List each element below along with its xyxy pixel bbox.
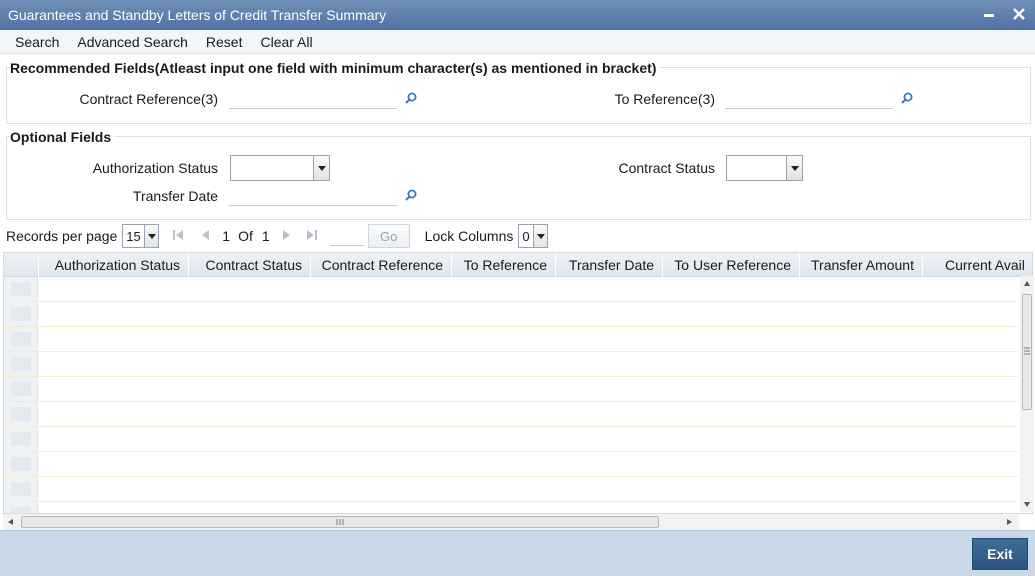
authorization-status-select[interactable] [230,155,330,181]
row-select-box[interactable] [11,307,31,321]
exit-button[interactable]: Exit [972,538,1028,570]
row-select-box[interactable] [11,282,31,296]
table-row[interactable] [4,352,1018,377]
grid-header: Authorization Status Contract Status Con… [4,253,1032,277]
row-select-box[interactable] [11,357,31,371]
column-header[interactable]: Transfer Date [556,253,663,277]
contract-status-select[interactable] [726,155,803,181]
row-select-box[interactable] [11,432,31,446]
column-header[interactable]: Transfer Amount [800,253,923,277]
chevron-down-icon[interactable] [313,156,329,180]
next-page-icon[interactable] [282,229,292,244]
row-select-cell[interactable] [4,302,38,326]
scroll-left-icon [8,519,13,525]
to-reference-label: To Reference(3) [614,91,715,107]
menu-advanced-search[interactable]: Advanced Search [68,34,197,50]
first-page-icon[interactable] [172,229,184,244]
optional-fields-section [6,136,1031,220]
recommended-fields-legend: Recommended Fields(Atleast input one fie… [10,60,661,76]
of-label: Of [238,228,253,244]
footer-bar: Exit [0,530,1035,576]
records-per-page-value: 15 [126,229,141,244]
contract-status-label: Contract Status [618,160,716,176]
select-all-header[interactable] [4,253,39,277]
row-select-cell[interactable] [4,452,38,476]
records-per-page-label: Records per page [6,228,118,244]
previous-page-icon[interactable] [200,229,210,244]
current-page: 1 [222,228,231,244]
table-row[interactable] [4,427,1018,452]
table-row[interactable] [4,277,1018,302]
table-row[interactable] [4,302,1018,327]
authorization-status-label: Authorization Status [92,160,218,176]
row-select-cell[interactable] [4,327,38,351]
menu-reset[interactable]: Reset [197,34,252,50]
total-pages: 1 [261,228,270,244]
column-header[interactable]: To Reference [452,253,556,277]
chevron-down-icon[interactable] [786,156,802,180]
close-icon[interactable] [1009,4,1029,24]
records-per-page-select[interactable]: 15 [122,224,160,248]
lock-columns-label: Lock Columns [424,228,514,244]
transfer-date-input[interactable] [229,186,397,206]
vertical-scroll-thumb[interactable] [1022,294,1032,410]
row-select-cell[interactable] [4,277,38,301]
row-select-cell[interactable] [4,427,38,451]
scroll-right-icon [1007,519,1012,525]
contract-reference-label: Contract Reference(3) [79,91,218,107]
menu-search[interactable]: Search [6,34,68,50]
column-header[interactable]: Authorization Status [39,253,189,277]
row-select-cell[interactable] [4,352,38,376]
row-select-cell[interactable] [4,377,38,401]
last-page-icon[interactable] [306,229,318,244]
row-select-cell[interactable] [4,502,38,513]
table-row[interactable] [4,477,1018,502]
contract-reference-lookup-icon[interactable] [404,91,418,105]
column-header[interactable]: Contract Status [189,253,311,277]
scroll-down-icon [1024,502,1030,507]
table-row[interactable] [4,452,1018,477]
row-select-box[interactable] [11,507,31,513]
chevron-down-icon[interactable] [144,225,159,247]
go-button[interactable]: Go [367,224,410,248]
lock-columns-select[interactable]: 0 [518,224,549,248]
column-header[interactable]: Current Avail [923,253,1032,277]
page-number-input[interactable] [329,226,364,246]
results-grid: Authorization Status Contract Status Con… [3,252,1033,514]
table-row[interactable] [4,402,1018,427]
row-select-box[interactable] [11,332,31,346]
vertical-scrollbar[interactable] [1020,276,1034,512]
optional-fields-legend: Optional Fields [10,129,116,145]
column-header[interactable]: To User Reference [663,253,800,277]
lock-columns-value: 0 [522,229,530,244]
transfer-date-lookup-icon[interactable] [404,188,418,202]
scroll-up-icon [1024,281,1030,286]
horizontal-scroll-thumb[interactable] [21,516,659,528]
to-reference-lookup-icon[interactable] [900,91,914,105]
table-row[interactable] [4,327,1018,352]
column-header[interactable]: Contract Reference [311,253,452,277]
pagination-bar: Records per page 15 1 Of 1 Go Lock Colum… [0,222,1035,250]
row-select-box[interactable] [11,482,31,496]
row-select-box[interactable] [11,457,31,471]
window-title: Guarantees and Standby Letters of Credit… [8,7,387,23]
chevron-down-icon[interactable] [533,225,548,247]
table-row[interactable] [4,377,1018,402]
window-titlebar: Guarantees and Standby Letters of Credit… [0,0,1035,30]
row-select-box[interactable] [11,407,31,421]
row-select-cell[interactable] [4,477,38,501]
menu-clear-all[interactable]: Clear All [251,34,321,50]
row-select-box[interactable] [11,382,31,396]
horizontal-scrollbar[interactable] [3,514,1019,530]
menu-bar: Search Advanced Search Reset Clear All [0,30,1035,54]
minimize-icon[interactable] [979,4,999,24]
transfer-date-label: Transfer Date [132,188,218,204]
contract-reference-input[interactable] [229,89,397,109]
to-reference-input[interactable] [725,89,893,109]
table-row[interactable] [4,502,1018,513]
row-select-cell[interactable] [4,402,38,426]
